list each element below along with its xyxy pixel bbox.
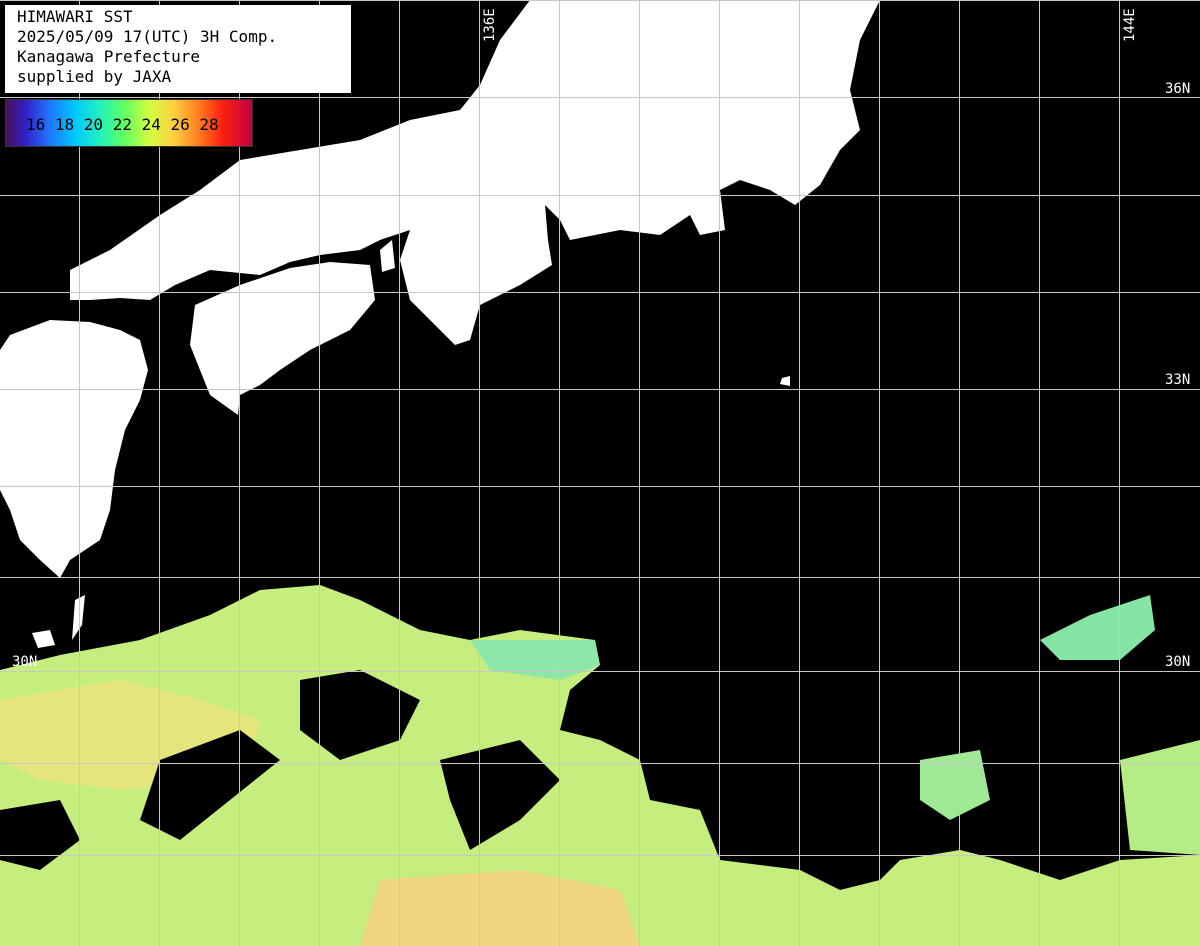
title-text: HIMAWARI SST [17,7,133,26]
lat-label-30n-left: 30N [12,654,38,670]
credit-text: supplied by JAXA [17,67,172,86]
legend-labels: 16 18 20 22 24 26 28 [26,115,219,134]
datetime-text: 2025/05/09 17(UTC) 3H Comp. [17,27,278,46]
info-box: HIMAWARI SST 2025/05/09 17(UTC) 3H Comp.… [5,5,351,93]
lat-label-30n-right: 30N [1165,654,1191,670]
region-text: Kanagawa Prefecture [17,47,201,66]
lon-label-144e: 144E [1122,8,1138,42]
sst-east-south [1120,740,1200,855]
lon-label-136e: 136E [482,8,498,42]
lat-label-33n-right: 33N [1165,372,1191,388]
lat-label-36n: 36N [1165,81,1191,97]
sst-color-legend: 16 18 20 22 24 26 28 [5,99,253,147]
lat-label-33n-left: 33 [12,372,29,388]
